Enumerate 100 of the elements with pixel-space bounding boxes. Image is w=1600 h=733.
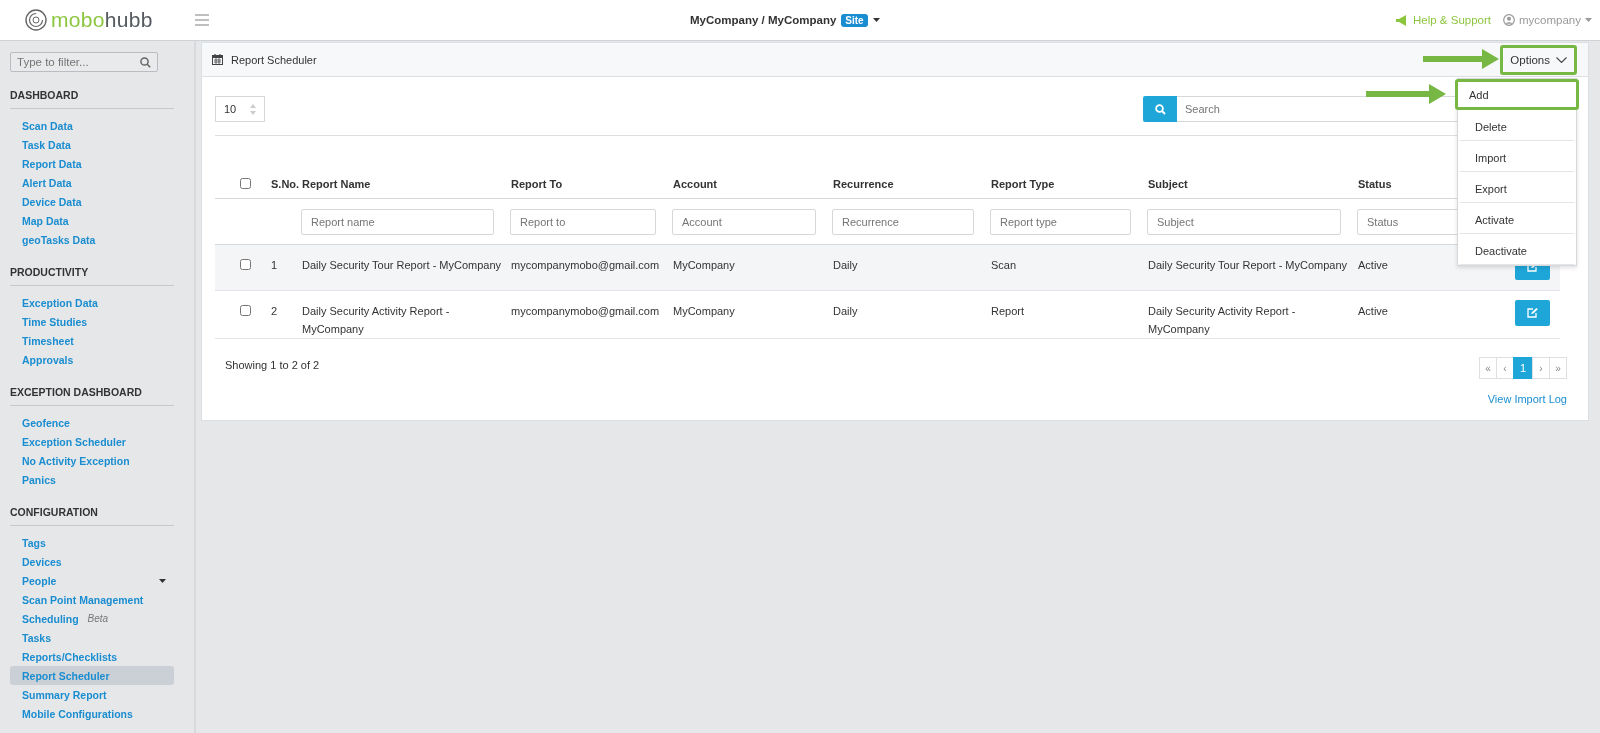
sidebar-item[interactable]: Approvals (10, 350, 174, 369)
filter-field[interactable]: Type to filter... (10, 52, 158, 72)
user-icon (1503, 14, 1515, 26)
section-heading: CONFIGURATION (10, 506, 174, 526)
site-badge: Site (841, 13, 868, 27)
table-cell-text: Active (1358, 258, 1388, 273)
table-cell-text: MyCompany (673, 258, 735, 273)
table-cell-text: Daily Security Activity Report - MyCompany (1148, 304, 1297, 337)
column-header[interactable]: Recurrence (833, 177, 894, 190)
search-button[interactable] (1143, 96, 1177, 122)
table-cell-text: mycompanymobo@gmail.com (511, 258, 660, 273)
sidebar-item[interactable]: No Activity Exception (10, 451, 174, 470)
beta-label: Beta (87, 613, 109, 624)
sort-icon (250, 103, 256, 115)
menu-item[interactable]: Delete (1458, 110, 1576, 141)
caret-icon (872, 18, 880, 22)
column-header[interactable]: Report To (511, 177, 563, 190)
table-cell-text: Daily (833, 258, 858, 273)
sidebar-item[interactable]: People (10, 571, 174, 590)
page-length-select[interactable]: 10 (215, 96, 265, 122)
column-header[interactable]: Report Name (302, 177, 371, 190)
sidebar-item[interactable]: Map Data (10, 211, 174, 230)
section-heading: PRODUCTIVITY (10, 266, 174, 286)
sidebar-item[interactable]: Report Scheduler (10, 666, 174, 685)
table-cell-text: MyCompany (673, 304, 735, 319)
sidebar-item[interactable]: Scan Data (10, 116, 174, 135)
import-log-link[interactable]: View Import Log (1487, 393, 1567, 405)
row-checkbox[interactable] (239, 259, 251, 270)
sidebar-item[interactable]: Report Data (10, 154, 174, 173)
column-header[interactable]: Status (1358, 177, 1392, 190)
arrow-icon (1423, 49, 1499, 69)
sidebar-item[interactable]: Scan Point Management (10, 590, 174, 609)
table-info: Showing 1 to 2 of 2 (225, 359, 320, 371)
filter-field[interactable]: Account (672, 208, 816, 235)
options-button[interactable]: Options (1500, 44, 1577, 75)
sidebar-item[interactable]: Device Data (10, 192, 174, 211)
sidebar-item[interactable]: geoTasks Data (10, 230, 174, 249)
page-button[interactable]: › (1532, 357, 1550, 379)
section-heading: EXCEPTION DASHBOARD (10, 386, 174, 406)
edit-button[interactable] (1515, 300, 1550, 326)
table-cell-text: 2 (271, 304, 278, 319)
sidebar-item[interactable]: Task Data (10, 135, 174, 154)
sidebar-item[interactable]: Panics (10, 470, 174, 489)
sidebar-item[interactable]: Mobile Configurations (10, 704, 174, 723)
help-link[interactable]: Help & Support (1395, 14, 1491, 26)
column-header[interactable]: Report Type (991, 177, 1055, 190)
page-title: Report Scheduler (231, 53, 317, 66)
sidebar-item[interactable]: Exception Data (10, 293, 174, 312)
column-header[interactable]: Account (673, 177, 717, 190)
section-heading: DASHBOARD (10, 89, 174, 109)
chevron-down-icon (1556, 56, 1567, 63)
filter-field[interactable]: Subject (1147, 208, 1341, 235)
site-path[interactable]: MyCompany / MyCompany (690, 14, 837, 26)
table-cell-text: Report (991, 304, 1025, 319)
search-icon (1154, 103, 1166, 115)
sidebar-item[interactable]: Reports/Checklists (10, 647, 174, 666)
filter-field[interactable]: Report to (510, 208, 656, 235)
filter-field[interactable]: Report type (990, 208, 1131, 235)
row-checkbox[interactable] (239, 305, 251, 316)
page-button[interactable]: » (1549, 357, 1567, 379)
sidebar-item[interactable]: Tags (10, 533, 174, 552)
menu-item[interactable]: Add (1455, 79, 1579, 110)
sidebar-item[interactable]: Timesheet (10, 331, 174, 350)
sidebar-item[interactable]: Time Studies (10, 312, 174, 331)
caret-icon (1585, 18, 1592, 22)
sidebar-item[interactable]: Summary Report (10, 685, 174, 704)
table-cell-text: Daily Security Tour Report - MyCompany (1148, 258, 1348, 273)
table-cell-text: mycompanymobo@gmail.com (511, 304, 660, 319)
calendar-icon (212, 54, 223, 65)
search-icon (140, 57, 151, 68)
menu-item[interactable]: Import (1458, 141, 1576, 172)
menu-icon[interactable] (195, 14, 209, 26)
menu-item[interactable]: Export (1458, 172, 1576, 203)
user-menu[interactable]: mycompany (1519, 14, 1581, 26)
menu-item[interactable]: Activate (1458, 203, 1576, 234)
logo-text: mobohubb (51, 8, 153, 32)
row-checkbox[interactable] (239, 178, 251, 189)
sidebar-item[interactable]: Geofence (10, 413, 174, 432)
sidebar-item[interactable]: Scheduling Beta (10, 609, 174, 628)
edit-icon (1527, 308, 1538, 318)
table-cell-text: Active (1358, 304, 1388, 319)
column-header[interactable]: S.No. (271, 177, 300, 190)
page-button[interactable]: « (1479, 357, 1497, 379)
column-header[interactable]: Subject (1148, 177, 1188, 190)
arrow-icon (1366, 84, 1446, 104)
table-cell-text: Scan (991, 258, 1017, 273)
filter-field[interactable]: Recurrence (832, 208, 974, 235)
table-cell-text: Daily (833, 304, 858, 319)
sidebar-item[interactable]: Tasks (10, 628, 174, 647)
table-cell-text: 1 (271, 258, 278, 273)
menu-item[interactable]: Deactivate (1458, 234, 1576, 265)
page-button[interactable]: 1 (1513, 357, 1533, 379)
table-cell-text: Daily Security Tour Report - MyCompany (302, 258, 502, 273)
sidebar-item[interactable]: Alert Data (10, 173, 174, 192)
caret-icon (159, 578, 166, 583)
megaphone-icon (1395, 14, 1408, 26)
sidebar-item[interactable]: Devices (10, 552, 174, 571)
sidebar-item[interactable]: Exception Scheduler (10, 432, 174, 451)
filter-field[interactable]: Report name (301, 208, 494, 235)
logo-icon (25, 9, 47, 31)
